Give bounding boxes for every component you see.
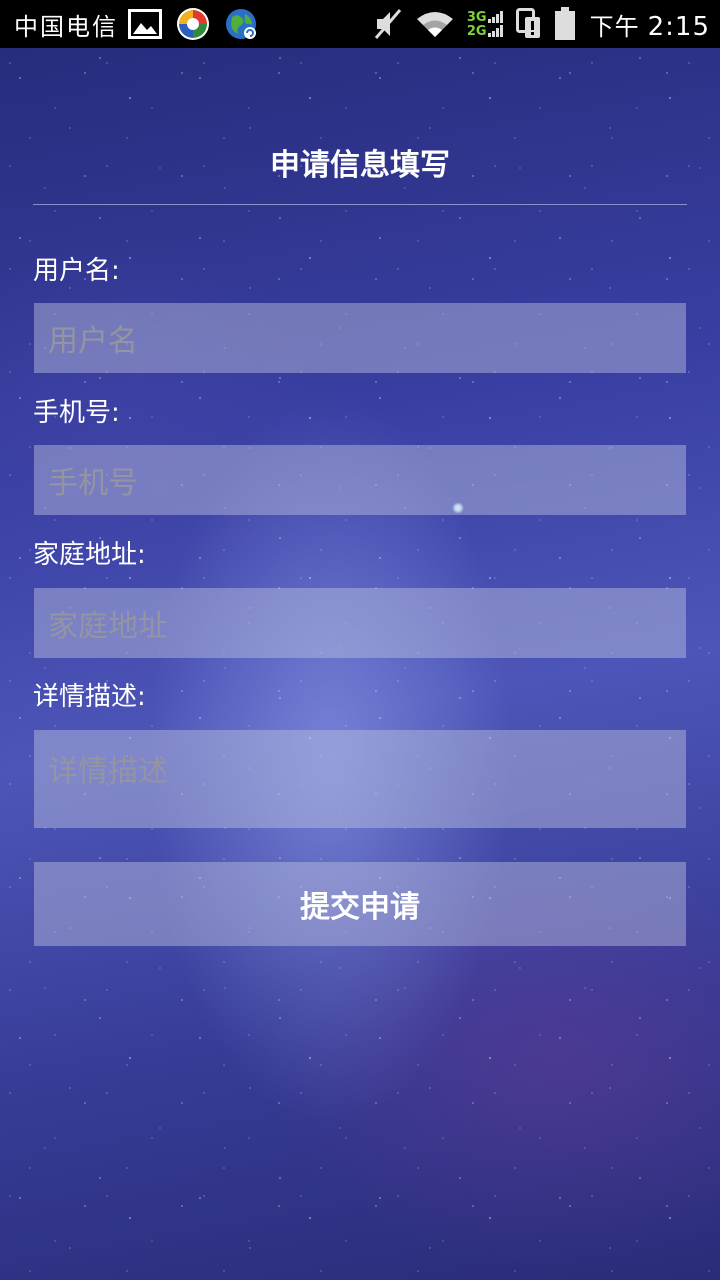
submit-button-label: 提交申请 [300,890,420,925]
clock-ampm: 下午 [589,12,640,41]
carrier-name: 中国电信 [14,12,118,41]
address-input[interactable]: 家庭地址 [34,588,686,658]
starfield-background-layer [0,48,720,1280]
phone-input[interactable]: 手机号 [34,445,686,515]
page-title: 申请信息填写 [270,148,450,183]
title-divider [33,204,687,205]
username-label: 用户名: [33,256,120,286]
description-label: 详情描述: [33,682,146,712]
sim-icon [515,8,542,40]
wifi-icon [415,9,455,39]
app-icon [176,7,210,41]
clock-time: 2:15 [647,11,710,42]
network-type-top: 3G [466,9,487,25]
battery-icon [554,7,576,41]
signal-icon: 3G 2G [467,11,504,38]
status-bar: 中国电信 3G 2G 下午 2:15 [0,0,720,48]
address-placeholder: 家庭地址 [48,609,168,644]
address-label: 家庭地址: [33,540,146,570]
phone-label: 手机号: [33,398,120,428]
username-placeholder: 用户名 [48,324,138,359]
submit-button[interactable]: 提交申请 [34,862,686,946]
clock: 下午 2:15 [590,7,710,42]
phone-placeholder: 手机号 [48,466,138,501]
description-textarea[interactable]: 详情描述 [34,730,686,828]
browser-icon [224,7,258,41]
username-input[interactable]: 用户名 [34,303,686,373]
gallery-icon [128,9,162,39]
description-placeholder: 详情描述 [48,754,168,789]
mute-icon [373,8,403,40]
network-type-bottom: 2G [466,23,487,39]
